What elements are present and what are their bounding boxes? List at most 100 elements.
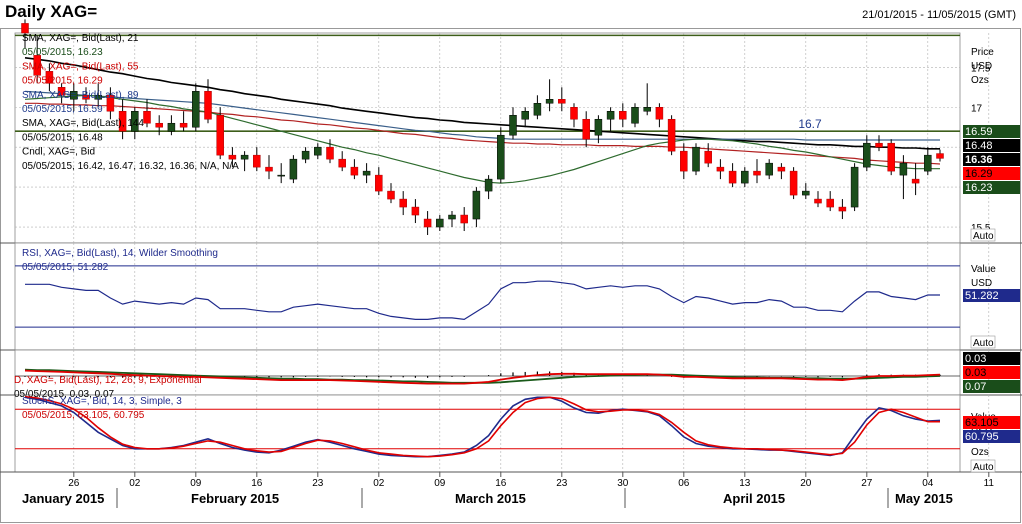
price-legend-line: SMA, XAG=, Bid(Last), 89 — [22, 90, 139, 101]
x-axis-day-label: 09 — [434, 478, 446, 489]
candle-body — [777, 166, 786, 172]
price-legend-line: SMA, XAG=, Bid(Last), 21 — [22, 33, 139, 44]
x-axis-day-label: 09 — [190, 478, 202, 489]
x-axis-month-label: January 2015 — [22, 491, 104, 506]
candle-body — [521, 111, 529, 120]
candle-body — [179, 122, 188, 128]
candle-body — [728, 170, 737, 184]
candle-body — [411, 206, 420, 216]
candle-body — [619, 111, 627, 120]
candle — [667, 115, 676, 156]
x-axis-day-label: 13 — [739, 478, 751, 489]
price-tag-label: 16.23 — [965, 182, 993, 194]
candle — [216, 107, 224, 160]
candle — [692, 143, 700, 176]
x-axis-day-label: 04 — [922, 478, 934, 489]
candle-body — [887, 142, 895, 172]
candle-body — [399, 198, 407, 208]
candle-body — [545, 99, 554, 104]
stoch-axis-unit: Ozs — [971, 447, 989, 458]
candle-body — [570, 107, 578, 120]
candle-body — [509, 114, 517, 136]
price-tick: 17 — [971, 103, 983, 114]
candle-body — [863, 142, 871, 168]
candle-body — [741, 170, 749, 184]
candle-body — [631, 107, 639, 124]
candle-body — [350, 166, 359, 176]
x-axis-day-label: 27 — [861, 478, 873, 489]
candle-body — [716, 166, 725, 172]
price-legend-line: SMA, XAG=, Bid(Last), 144 — [22, 118, 144, 129]
candle-body — [594, 118, 603, 136]
candle-body — [338, 158, 346, 168]
candle-body — [582, 118, 590, 140]
candle-body — [692, 146, 700, 172]
candle-body — [228, 154, 237, 160]
x-axis-day-label: 16 — [251, 478, 263, 489]
candle-body — [326, 146, 334, 160]
panel-frame — [14, 242, 961, 351]
x-axis-month-label: February 2015 — [191, 491, 279, 506]
candle-body — [667, 118, 676, 152]
x-axis-day-label: 23 — [556, 478, 568, 489]
candle-body — [289, 158, 298, 180]
price-legend-line: 05/05/2015, 16.42, 16.47, 16.32, 16.36, … — [22, 161, 239, 172]
stoch-legend-line: StochS, XAG=, Bid, 14, 3, Simple, 3 — [22, 396, 182, 407]
auto-button-label: Auto — [973, 462, 994, 473]
x-axis-day-label: 26 — [68, 478, 80, 489]
rsi-legend-line: RSI, XAG=, Bid(Last), 14, Wilder Smoothi… — [22, 248, 218, 259]
auto-button-label: Auto — [973, 338, 994, 349]
price-tag-label: 16.48 — [965, 140, 993, 152]
macd-legend-line: D, XAG=, Bid(Last), 12, 26, 9, Exponenti… — [14, 375, 202, 386]
candle-body — [875, 142, 883, 148]
candle-body — [192, 91, 200, 128]
candle-body — [911, 178, 920, 184]
candle-body — [850, 166, 859, 208]
x-axis-day-label: 02 — [373, 478, 385, 489]
candle-body — [558, 99, 566, 104]
candle-body — [533, 103, 542, 116]
candle-body — [899, 162, 908, 176]
candle-body — [21, 23, 29, 34]
chart-canvas[interactable]: 16.7 SMA, XAG=, Bid(Last), 21 05/05/2015, … — [0, 0, 1022, 524]
x-axis-day-label: 30 — [617, 478, 629, 489]
macd-tag-label: 0.03 — [965, 367, 986, 379]
price-legend-line: Cndl, XAG=, Bid — [22, 147, 95, 158]
price-legend-line: 05/05/2015, 16.23 — [22, 47, 103, 58]
candle — [850, 163, 859, 212]
x-axis-day-label: 06 — [678, 478, 690, 489]
resistance-label: 16.7 — [798, 117, 822, 131]
candle-body — [704, 150, 712, 164]
stoch-legend-line: 05/05/2015, 63.105, 60.795 — [22, 410, 145, 421]
stoch-tag-label: 63.105 — [965, 417, 999, 429]
x-axis-day-label: 20 — [800, 478, 812, 489]
candle-body — [484, 178, 493, 192]
candle-body — [375, 174, 383, 192]
candle-body — [277, 174, 285, 177]
candle-body — [436, 218, 444, 228]
rsi-legend-line: 05/05/2015, 51.282 — [22, 262, 109, 273]
candle-body — [204, 91, 212, 120]
candle-body — [448, 214, 456, 220]
price-tag-label: 16.59 — [965, 126, 993, 138]
candle-body — [155, 122, 163, 128]
rsi-tag-label: 51.282 — [965, 290, 999, 302]
x-axis-month-label: March 2015 — [455, 491, 526, 506]
candle-body — [423, 218, 432, 228]
candle-body — [936, 153, 944, 159]
candle-body — [362, 170, 371, 176]
candle-body — [789, 170, 798, 196]
macd-tag-label: 0.03 — [965, 353, 986, 365]
macd-tag-label: 0.07 — [965, 381, 986, 393]
price-legend-line: 05/05/2015, 16.29 — [22, 76, 103, 87]
candle-body — [814, 198, 822, 204]
x-axis-day-label: 02 — [129, 478, 141, 489]
candle-body — [680, 150, 688, 172]
candle-body — [387, 190, 395, 200]
candle — [887, 139, 895, 176]
price-tick: 17.5 — [971, 63, 991, 74]
candle-body — [265, 166, 273, 172]
candle-body — [765, 162, 773, 176]
rsi-axis-unit: Value — [971, 264, 996, 275]
price-tag-label: 16.36 — [965, 154, 993, 166]
